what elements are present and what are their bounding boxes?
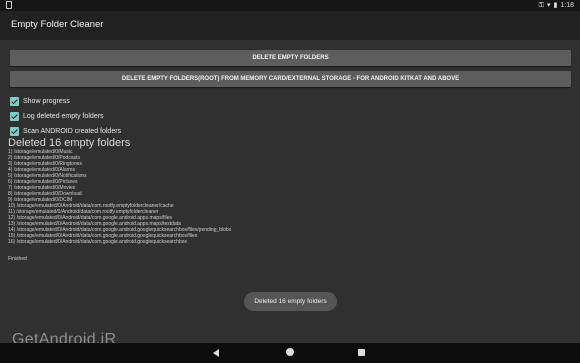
delete-empty-folders-button[interactable]: DELETE EMPTY FOLDERS	[10, 50, 571, 66]
status-time: 1:18	[560, 2, 574, 9]
key-icon: ⚿	[538, 2, 544, 9]
log-deleted-checkbox[interactable]: Log deleted empty folders	[10, 109, 121, 124]
app-title: Empty Folder Cleaner	[11, 19, 104, 30]
scan-android-label: Scan ANDROID created folders	[23, 128, 122, 135]
wifi-icon: ▾	[547, 2, 551, 9]
status-bar: ⚿ ▾ ▮ 1:18	[0, 0, 580, 11]
notification-icon	[6, 1, 12, 9]
checkbox-checked-icon[interactable]	[10, 112, 19, 121]
finished-label: Finished	[8, 256, 27, 262]
checkbox-checked-icon[interactable]	[10, 127, 19, 136]
checkbox-checked-icon[interactable]	[10, 97, 19, 106]
deleted-folders-log: 1) /storage/emulated/0/Music 2) /storage…	[8, 149, 231, 245]
status-icons: ⚿ ▾ ▮ 1:18	[539, 0, 574, 11]
options-list: Show progress Log deleted empty folders …	[10, 94, 121, 139]
show-progress-label: Show progress	[23, 98, 70, 105]
delete-root-folders-button[interactable]: DELETE EMPTY FOLDERS(ROOT) FROM MEMORY C…	[10, 71, 571, 87]
recents-icon[interactable]	[358, 349, 365, 356]
toast-message: Deleted 16 empty folders	[244, 292, 337, 311]
log-line: 16) /storage/emulated/0/Android/data/com…	[8, 239, 188, 245]
action-bar: Empty Folder Cleaner	[0, 11, 580, 40]
battery-icon: ▮	[553, 2, 558, 9]
log-deleted-label: Log deleted empty folders	[23, 113, 104, 120]
back-icon[interactable]	[213, 349, 219, 357]
show-progress-checkbox[interactable]: Show progress	[10, 94, 121, 109]
navigation-bar	[0, 343, 580, 363]
result-title: Deleted 16 empty folders	[8, 137, 131, 149]
home-icon[interactable]	[286, 348, 294, 356]
